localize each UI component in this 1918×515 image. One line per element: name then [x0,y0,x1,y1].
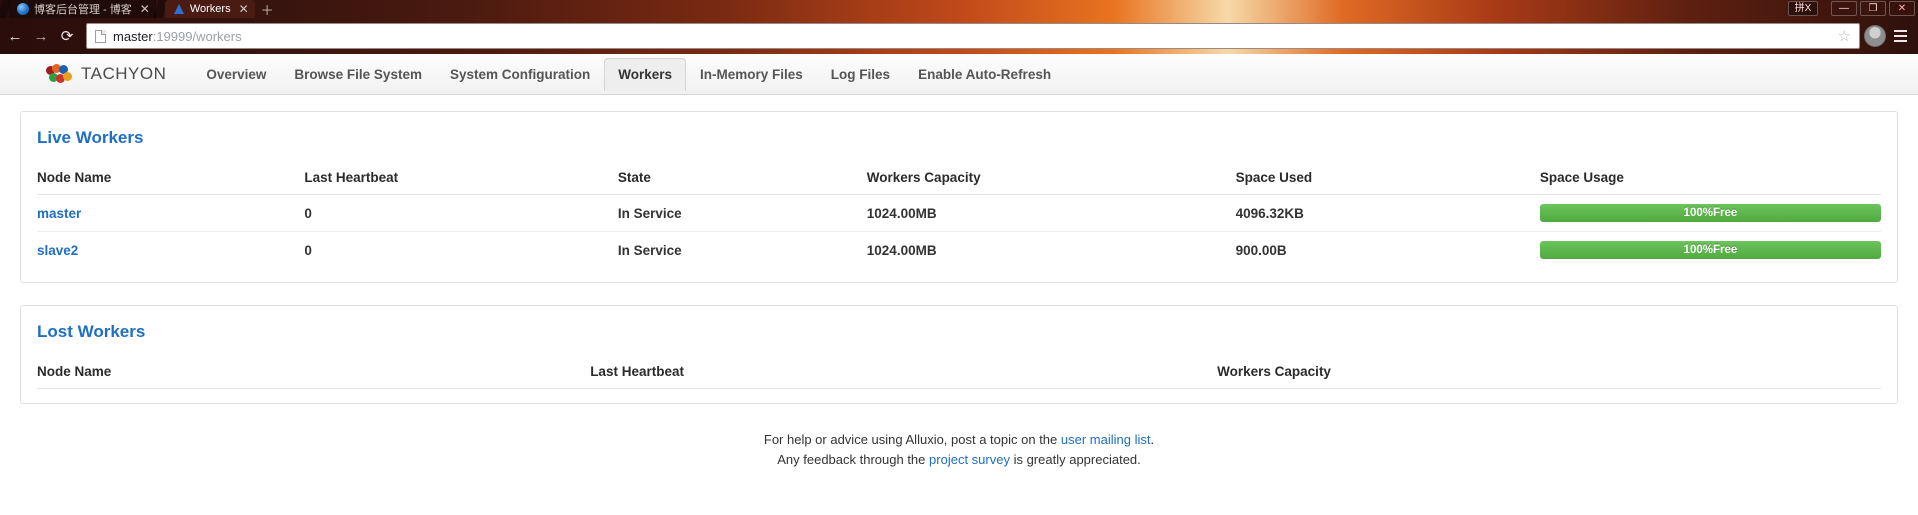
column-header-workers-capacity[interactable]: Workers Capacity [1217,356,1881,389]
footer-text-feedback: Any feedback through the [777,452,926,467]
page-footer: For help or advice using Alluxio, post a… [20,426,1898,470]
column-header-space-used[interactable]: Space Used [1235,162,1540,195]
table-row: master 0 In Service 1024.00MB 4096.32KB … [37,194,1881,232]
lost-workers-body: Node Name Last Heartbeat Workers Capacit… [21,356,1897,403]
space-usage-label: 100%Free [1683,207,1738,219]
column-header-last-heartbeat[interactable]: Last Heartbeat [304,162,618,195]
cell-workers-capacity: 1024.00MB [866,194,1236,232]
table-header-row: Node Name Last Heartbeat State Workers C… [37,162,1881,195]
browser-tab-title: 博客后台管理 - 博客 [34,4,132,16]
hamburger-menu-icon[interactable] [1888,24,1912,48]
forward-icon[interactable]: → [28,23,54,49]
cell-state: In Service [617,242,682,258]
new-tab-button[interactable]: ＋ [255,0,280,19]
url-path: :19999/workers [152,28,242,44]
maximize-button[interactable]: ❐ [1860,1,1886,16]
lost-workers-title: Lost Workers [37,322,146,341]
nav-item-workers[interactable]: Workers [604,57,687,91]
browser-tab-workers[interactable]: Workers ✕ [164,0,255,18]
nav-item-browse-file-system[interactable]: Browse File System [280,58,436,91]
nav-item-in-memory-files[interactable]: In-Memory Files [686,58,817,91]
site-navbar: TACHYON Overview Browse File System Syst… [0,54,1918,95]
lost-workers-thead: Node Name Last Heartbeat Workers Capacit… [37,356,1881,389]
close-icon[interactable]: ✕ [236,3,249,15]
space-usage-progress: 100%Free [1539,204,1881,222]
footer-text-help: For help or advice using Alluxio, post a… [763,432,1058,447]
cell-last-heartbeat: 0 [304,242,312,258]
browser-tab-blog[interactable]: 博客后台管理 - 博客 ✕ [9,0,156,18]
space-usage-progress: 100%Free [1539,241,1881,259]
column-header-node-name[interactable]: Node Name [37,356,591,389]
nav-item-overview[interactable]: Overview [192,58,280,91]
alluxio-logo-icon [173,3,185,15]
browser-tab-title: Workers [189,3,231,15]
live-workers-tbody: master 0 In Service 1024.00MB 4096.32KB … [37,194,1881,269]
live-workers-table: Node Name Last Heartbeat State Workers C… [37,162,1881,268]
column-header-last-heartbeat[interactable]: Last Heartbeat [590,356,1218,389]
bookmark-star-icon[interactable]: ☆ [1838,27,1851,45]
brand-logo[interactable]: TACHYON [46,64,166,84]
table-row: slave2 0 In Service 1024.00MB 900.00B 10… [37,232,1881,269]
live-workers-thead: Node Name Last Heartbeat State Workers C… [37,162,1881,195]
footer-line-1: For help or advice using Alluxio, post a… [20,430,1898,450]
page-info-icon[interactable] [95,29,106,43]
nav-item-log-files[interactable]: Log Files [817,58,904,91]
tab-strip: 博客后台管理 - 博客 ✕ Workers ✕ ＋ [0,0,1918,18]
cell-space-used: 900.00B [1235,242,1287,258]
project-survey-link[interactable]: project survey [929,452,1010,467]
tachyon-logo-icon [46,64,72,84]
lost-workers-table: Node Name Last Heartbeat Workers Capacit… [37,356,1881,389]
minimize-button[interactable]: — [1831,1,1857,16]
cell-node-name: master [37,194,305,232]
live-workers-panel: Live Workers Node Name Last Heartbeat St… [20,111,1898,283]
nav-item-system-configuration[interactable]: System Configuration [436,58,604,91]
brand-name: TACHYON [81,64,167,83]
url-text: master:19999/workers [113,29,242,44]
footer-period: . [1150,432,1155,447]
column-header-space-usage[interactable]: Space Usage [1539,162,1881,195]
cell-space-usage: 100%Free [1539,232,1881,269]
lost-workers-panel: Lost Workers Node Name Last Heartbeat Wo… [20,305,1898,404]
address-bar[interactable]: master:19999/workers ☆ [86,23,1860,49]
user-mailing-list-link[interactable]: user mailing list [1061,432,1151,447]
cell-last-heartbeat: 0 [304,194,618,232]
globe-icon [17,3,29,15]
browser-chrome: 博客后台管理 - 博客 ✕ Workers ✕ ＋ 拼X — ❐ ✕ ← → ⟳… [0,0,1918,54]
close-icon[interactable]: ✕ [137,3,150,15]
main-content: Live Workers Node Name Last Heartbeat St… [0,95,1918,470]
close-window-button[interactable]: ✕ [1889,1,1915,16]
reload-icon[interactable]: ⟳ [54,23,80,49]
column-header-state[interactable]: State [617,162,867,195]
toolbar-right-actions [1864,24,1916,48]
cell-workers-capacity: 1024.00MB [866,242,937,258]
footer-line-2: Any feedback through the project survey … [20,450,1898,470]
window-controls: 拼X — ❐ ✕ [1788,1,1915,16]
ime-indicator[interactable]: 拼X [1788,1,1818,16]
cell-node-name: slave2 [37,232,304,269]
footer-text-appreciated: is greatly appreciated. [1013,452,1141,467]
back-icon[interactable]: ← [2,23,28,49]
live-workers-title: Live Workers [37,128,144,147]
page-content: TACHYON Overview Browse File System Syst… [0,54,1918,515]
cell-state: In Service [617,194,867,232]
column-header-workers-capacity[interactable]: Workers Capacity [866,162,1236,195]
cell-space-usage: 100%Free [1539,194,1881,232]
column-header-node-name[interactable]: Node Name [37,162,305,195]
url-host: master [113,28,153,44]
worker-link-master[interactable]: master [37,206,81,221]
cell-space-used: 4096.32KB [1235,194,1540,232]
navbar-items: Overview Browse File System System Confi… [192,57,1065,91]
space-usage-label: 100%Free [1683,244,1738,256]
nav-item-enable-auto-refresh[interactable]: Enable Auto-Refresh [904,58,1065,91]
avatar[interactable] [1864,25,1886,47]
browser-toolbar: ← → ⟳ master:19999/workers ☆ [0,18,1918,54]
worker-link-slave2[interactable]: slave2 [37,243,78,258]
live-workers-body: Node Name Last Heartbeat State Workers C… [21,162,1897,282]
table-header-row: Node Name Last Heartbeat Workers Capacit… [37,356,1881,389]
